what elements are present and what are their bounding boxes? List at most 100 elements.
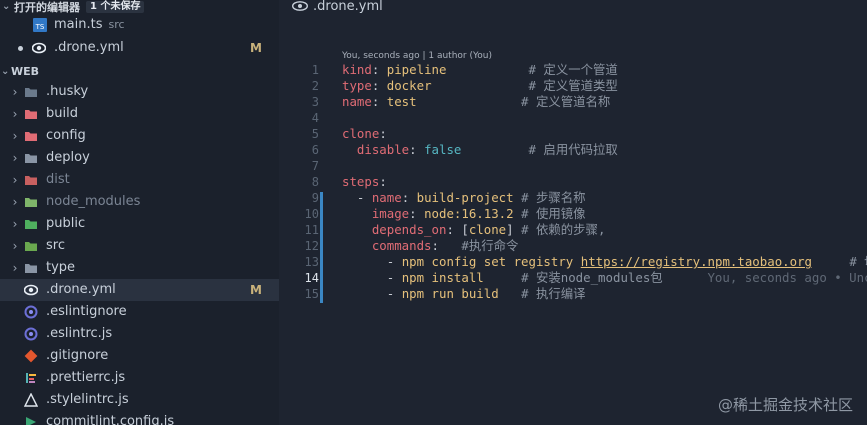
tree-item-eslintignore[interactable]: .eslintignore	[0, 301, 279, 323]
chevron-right-icon: ›	[12, 85, 18, 99]
code-line-15: - npm run build # 执行编译	[342, 286, 586, 301]
line-number: 6	[311, 143, 319, 157]
tree-item-build[interactable]: › build	[0, 103, 279, 125]
commitlint-icon	[26, 417, 36, 425]
chevron-right-icon: ›	[12, 217, 18, 231]
unsaved-badge: 1 个未保存	[86, 1, 145, 13]
tree-item-label: .drone.yml	[46, 282, 116, 297]
chevron-right-icon: ›	[12, 107, 18, 121]
tree-item-dist[interactable]: › dist	[0, 169, 279, 191]
tree-item-public[interactable]: › public	[0, 213, 279, 235]
stylelint-icon	[24, 393, 38, 407]
line-number: 15	[304, 287, 319, 301]
eslint-icon	[24, 327, 38, 341]
line-number: 13	[304, 255, 319, 269]
open-editors-title: 打开的编辑器	[14, 1, 80, 14]
public-folder-icon	[25, 220, 37, 229]
chevron-right-icon: ›	[12, 173, 18, 187]
drone-icon	[292, 1, 308, 11]
chevron-right-icon: ›	[12, 151, 18, 165]
code-line-8: steps:	[342, 174, 387, 189]
eslint-icon	[24, 305, 38, 319]
open-editor-item-main-ts[interactable]: TS main.ts src	[0, 14, 279, 36]
code-line-13: - npm config set registry https://regist…	[342, 254, 867, 269]
line-number: 10	[304, 207, 319, 221]
chevron-right-icon: ›	[12, 129, 18, 143]
tree-item-node-modules[interactable]: › node_modules	[0, 191, 279, 213]
line-number: 1	[311, 63, 319, 77]
tree-item-husky[interactable]: › .husky	[0, 81, 279, 103]
code-line-3: name: test # 定义管道名称	[342, 94, 611, 109]
tree-item-config[interactable]: › config	[0, 125, 279, 147]
editor-tab[interactable]: .drone.yml	[292, 0, 383, 14]
line-number: 5	[311, 127, 319, 141]
tree-item-label: node_modules	[46, 194, 141, 209]
modified-badge: M	[250, 41, 262, 55]
prettier-icon	[26, 373, 36, 383]
tab-label: .drone.yml	[313, 0, 383, 14]
tree-item-label: .eslintignore	[46, 304, 127, 319]
line-number: 8	[311, 175, 319, 189]
drone-icon	[32, 42, 46, 54]
open-editors-header[interactable]: ⌄ 打开的编辑器 1 个未保存	[0, 0, 279, 14]
tree-item-src[interactable]: › src	[0, 235, 279, 257]
open-editor-item-drone[interactable]: .drone.yml M	[0, 37, 279, 59]
git-icon	[24, 349, 38, 363]
tree-item-drone-yml[interactable]: .drone.yml M	[0, 279, 279, 301]
code-line-14: - npm install # 安装node_modules包 You, sec…	[342, 270, 867, 286]
workspace-title: WEB	[11, 64, 40, 78]
src-folder-icon	[25, 242, 37, 251]
line-number: 11	[304, 223, 319, 237]
tree-item-label: .stylelintrc.js	[46, 392, 129, 407]
tree-item-label: type	[46, 260, 76, 275]
open-editor-label: main.ts	[54, 17, 103, 32]
chevron-down-icon: ⌄	[2, 1, 11, 12]
unsaved-dot-icon	[18, 46, 23, 51]
line-number: 12	[304, 239, 319, 253]
tree-item-label: build	[46, 106, 78, 121]
tree-item-label: .prettierrc.js	[46, 370, 126, 385]
line-number: 9	[311, 191, 319, 205]
code-line-1: kind: pipeline # 定义一个管道	[342, 62, 618, 77]
code-line-9: - name: build-project # 步骤名称	[342, 190, 586, 205]
code-line-10: image: node:16.13.2 # 使用镜像	[371, 206, 586, 221]
build-folder-icon	[25, 110, 37, 119]
open-editor-desc: src	[108, 18, 125, 31]
tree-item-stylelintrc-js[interactable]: .stylelintrc.js	[0, 389, 279, 411]
node-modules-folder-icon	[25, 198, 37, 207]
chevron-right-icon: ›	[12, 261, 18, 275]
tree-item-label: .eslintrc.js	[46, 326, 113, 341]
line-number: 4	[311, 111, 319, 125]
code-line-2: type: docker # 定义管道类型	[342, 78, 618, 93]
tree-item-prettierrc-js[interactable]: .prettierrc.js	[0, 367, 279, 389]
typescript-icon: TS	[33, 18, 47, 32]
tree-item-gitignore[interactable]: .gitignore	[0, 345, 279, 367]
tree-item-label: deploy	[46, 150, 90, 165]
watermark: @稀土掘金技术社区	[717, 396, 853, 414]
svg-text:TS: TS	[35, 23, 45, 31]
inline-blame: You, seconds ago • Unc	[707, 270, 867, 285]
line-number: 3	[311, 95, 319, 109]
tree-item-commitlint-config-js[interactable]: commitlint.config.js	[0, 411, 279, 425]
tree-item-label: .husky	[46, 84, 89, 99]
code-line-5: clone:	[342, 126, 387, 141]
tree-item-label: .gitignore	[46, 348, 109, 363]
chevron-right-icon: ›	[12, 239, 18, 253]
tree-item-label: commitlint.config.js	[46, 414, 175, 425]
dist-folder-icon	[25, 176, 37, 185]
code-line-12: commands: #执行命令	[371, 238, 519, 253]
tree-item-eslintrc-js[interactable]: .eslintrc.js	[0, 323, 279, 345]
git-change-bar	[320, 192, 323, 303]
folder-icon	[25, 154, 37, 163]
code-line-11: depends_on: [clone] # 依赖的步骤,	[371, 222, 606, 237]
tree-item-label: src	[46, 238, 65, 253]
workspace-section-header[interactable]: ⌄ WEB	[0, 61, 279, 81]
codelens-blame[interactable]: You, seconds ago | 1 author (You)	[342, 51, 492, 61]
chevron-right-icon: ›	[12, 195, 18, 209]
tree-item-label: dist	[46, 172, 70, 187]
editor-pane: .drone.yml You, seconds ago | 1 author (…	[279, 0, 867, 425]
drone-icon	[24, 284, 38, 296]
explorer-sidebar: ⌄ 打开的编辑器 1 个未保存 TS main.ts src .drone.yml…	[0, 0, 279, 425]
tree-item-type[interactable]: › type	[0, 257, 279, 279]
tree-item-deploy[interactable]: › deploy	[0, 147, 279, 169]
